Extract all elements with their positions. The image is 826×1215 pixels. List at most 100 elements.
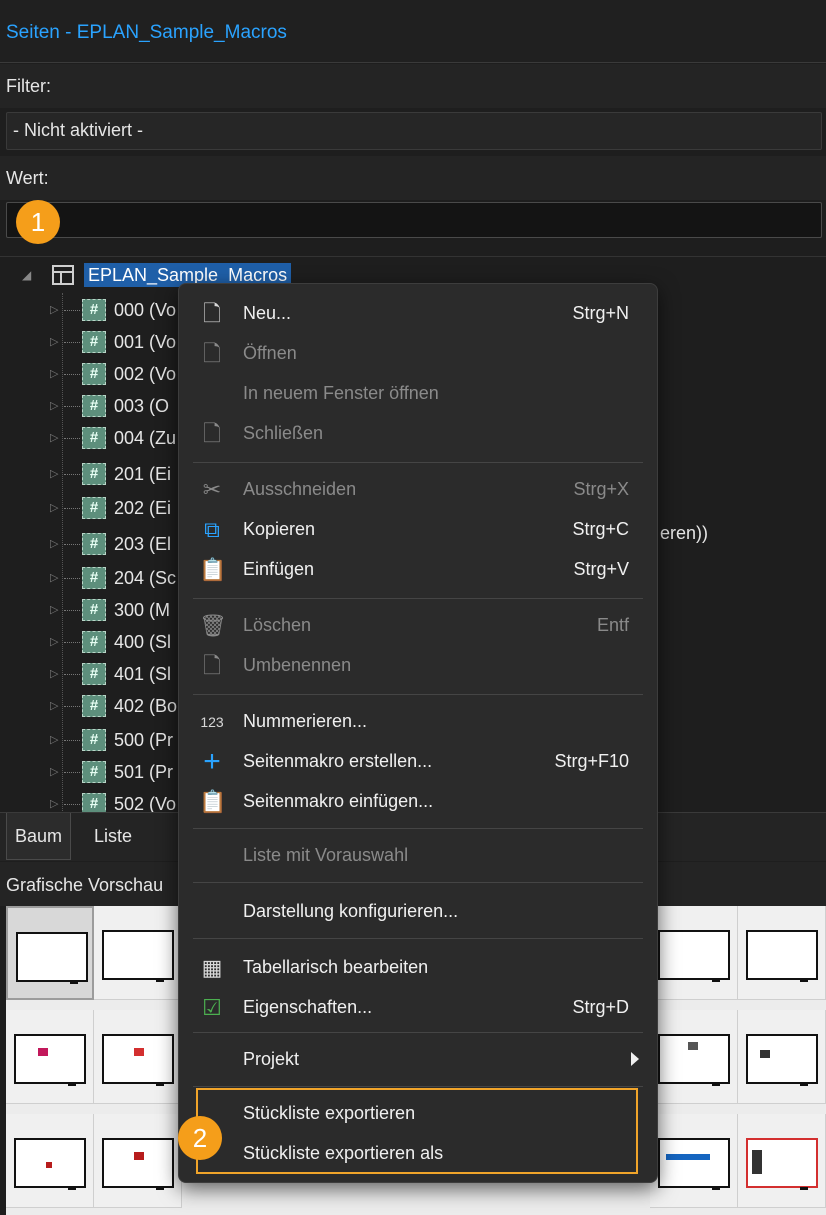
expand-arrow-icon[interactable]: ▷: [50, 467, 58, 480]
preview-thumbnail[interactable]: [738, 1010, 826, 1104]
expand-arrow-icon[interactable]: ▷: [50, 765, 58, 778]
preview-thumbnail[interactable]: [94, 1114, 182, 1208]
wert-label: Wert:: [6, 168, 49, 188]
tree-node-label: 401 (Sl: [114, 664, 172, 684]
menu-item-label: Ausschneiden: [243, 479, 357, 499]
page-thumbnail: [102, 1034, 174, 1086]
page-thumbnail: [658, 1138, 730, 1190]
page-thumbnail: [102, 1138, 174, 1190]
expand-arrow-icon[interactable]: ▷: [50, 501, 58, 514]
menu-separator: [193, 1032, 643, 1033]
preview-thumbnail[interactable]: [650, 1114, 738, 1208]
page-hash-icon: #: [82, 567, 106, 589]
tree-node-label: 400 (Sl: [114, 632, 172, 652]
preview-thumbnail[interactable]: [738, 1114, 826, 1208]
tab-baum[interactable]: Baum: [6, 813, 72, 860]
properties-icon: ☑: [202, 995, 222, 1020]
expand-arrow-icon[interactable]: ▷: [50, 603, 58, 616]
page-hash-icon: #: [82, 599, 106, 621]
menu-separator: [193, 462, 643, 463]
menu-item-eigenschaften[interactable]: ☑ Eigenschaften... Strg+D: [179, 990, 657, 1026]
menu-item-shortcut: Entf: [596, 615, 629, 635]
tree-node-label: 300 (M: [114, 600, 171, 620]
menu-separator: [193, 828, 643, 829]
menu-separator: [193, 1086, 643, 1087]
tree-node-label: 000 (Vo: [114, 300, 177, 320]
preview-thumbnail[interactable]: [650, 906, 738, 1000]
open-page-icon: 🗋: [203, 341, 221, 366]
page-hash-icon: #: [82, 497, 106, 519]
menu-item-seitenmakro-erstellen[interactable]: + Seitenmakro erstellen... Strg+F10: [179, 744, 657, 780]
expand-arrow-icon[interactable]: ▷: [50, 367, 58, 380]
preview-thumbnail[interactable]: [94, 1010, 182, 1104]
collapse-triangle-icon[interactable]: ◢: [22, 268, 31, 282]
menu-item-liste-vorauswahl[interactable]: Liste mit Vorauswahl: [179, 838, 657, 874]
page-thumbnail: [14, 1034, 86, 1086]
menu-item-seitenmakro-einfuegen[interactable]: 📋 Seitenmakro einfügen...: [179, 784, 657, 820]
tab-liste[interactable]: Liste: [86, 813, 140, 859]
menu-item-label: Löschen: [243, 615, 312, 635]
preview-thumbnail[interactable]: [650, 1010, 738, 1104]
expand-arrow-icon[interactable]: ▷: [50, 303, 58, 316]
scissors-icon: ✂: [202, 477, 222, 502]
menu-item-label: Umbenennen: [243, 655, 352, 675]
expand-arrow-icon[interactable]: ▷: [50, 797, 58, 810]
page-hash-icon: #: [82, 533, 106, 555]
menu-separator: [193, 882, 643, 883]
menu-item-oeffnen[interactable]: 🗋 Öffnen: [179, 336, 657, 372]
expand-arrow-icon[interactable]: ▷: [50, 399, 58, 412]
preview-thumbnail[interactable]: [738, 906, 826, 1000]
export-highlight-frame: [196, 1088, 638, 1174]
expand-arrow-icon[interactable]: ▷: [50, 635, 58, 648]
menu-item-neues-fenster[interactable]: In neuem Fenster öffnen: [179, 376, 657, 412]
menu-item-tabellarisch[interactable]: ▦ Tabellarisch bearbeiten: [179, 950, 657, 986]
page-hash-icon: #: [82, 663, 106, 685]
menu-item-nummerieren[interactable]: 123 Nummerieren...: [179, 704, 657, 740]
menu-item-kopieren[interactable]: ⧉ Kopieren Strg+C: [179, 512, 657, 548]
preview-thumbnail[interactable]: [6, 1010, 94, 1104]
menu-separator: [193, 598, 643, 599]
menu-item-schliessen[interactable]: 🗋 Schließen: [179, 416, 657, 452]
page-thumbnail: [16, 932, 88, 984]
menu-item-darstellung[interactable]: Darstellung konfigurieren...: [179, 894, 657, 930]
tree-node-label: 204 (Sc: [114, 568, 177, 588]
window-title-bar: Seiten - EPLAN_Sample_Macros: [0, 0, 826, 63]
menu-item-einfuegen[interactable]: 📋 Einfügen Strg+V: [179, 552, 657, 588]
menu-item-label: Seitenmakro erstellen...: [243, 751, 433, 771]
page-hash-icon: #: [82, 729, 106, 751]
paste-icon: 📋: [199, 557, 227, 582]
menu-item-loeschen[interactable]: 🗑 Löschen Entf: [179, 608, 657, 644]
expand-arrow-icon[interactable]: ▷: [50, 335, 58, 348]
menu-item-umbenennen[interactable]: 🗋 Umbenennen: [179, 648, 657, 684]
menu-item-projekt[interactable]: Projekt: [179, 1042, 657, 1078]
expand-arrow-icon[interactable]: ▷: [50, 667, 58, 680]
wert-input[interactable]: [6, 202, 822, 238]
tree-node-label: 002 (Vo: [114, 364, 177, 384]
preview-thumbnail[interactable]: [6, 906, 94, 1000]
expand-arrow-icon[interactable]: ▷: [50, 537, 58, 550]
preview-thumbnail[interactable]: [6, 1114, 94, 1208]
menu-item-label: Tabellarisch bearbeiten: [243, 957, 429, 977]
expand-arrow-icon[interactable]: ▷: [50, 733, 58, 746]
wert-label-row: Wert:: [0, 156, 826, 200]
preview-thumbnail[interactable]: [94, 906, 182, 1000]
rename-icon: 🗋: [203, 653, 221, 678]
numbering-icon: 123: [200, 714, 224, 730]
page-thumbnail: [14, 1138, 86, 1190]
expand-arrow-icon[interactable]: ▷: [50, 431, 58, 444]
filter-select[interactable]: - Nicht aktiviert -: [6, 112, 822, 150]
expand-arrow-icon[interactable]: ▷: [50, 699, 58, 712]
expand-arrow-icon[interactable]: ▷: [50, 571, 58, 584]
preview-title: Grafische Vorschau: [6, 875, 164, 895]
menu-item-neu[interactable]: 🗋 Neu... Strg+N: [179, 296, 657, 332]
menu-item-shortcut: Strg+C: [572, 519, 629, 539]
menu-item-label: Nummerieren...: [243, 711, 368, 731]
page-thumbnail: [746, 930, 818, 982]
page-thumbnail: [746, 1138, 818, 1190]
menu-item-ausschneiden[interactable]: ✂ Ausschneiden Strg+X: [179, 472, 657, 508]
close-page-icon: 🗋: [203, 421, 221, 446]
menu-item-label: Seitenmakro einfügen...: [243, 791, 434, 811]
menu-item-shortcut: Strg+X: [573, 479, 629, 499]
menu-item-shortcut: Strg+D: [572, 997, 629, 1017]
page-hash-icon: #: [82, 631, 106, 653]
